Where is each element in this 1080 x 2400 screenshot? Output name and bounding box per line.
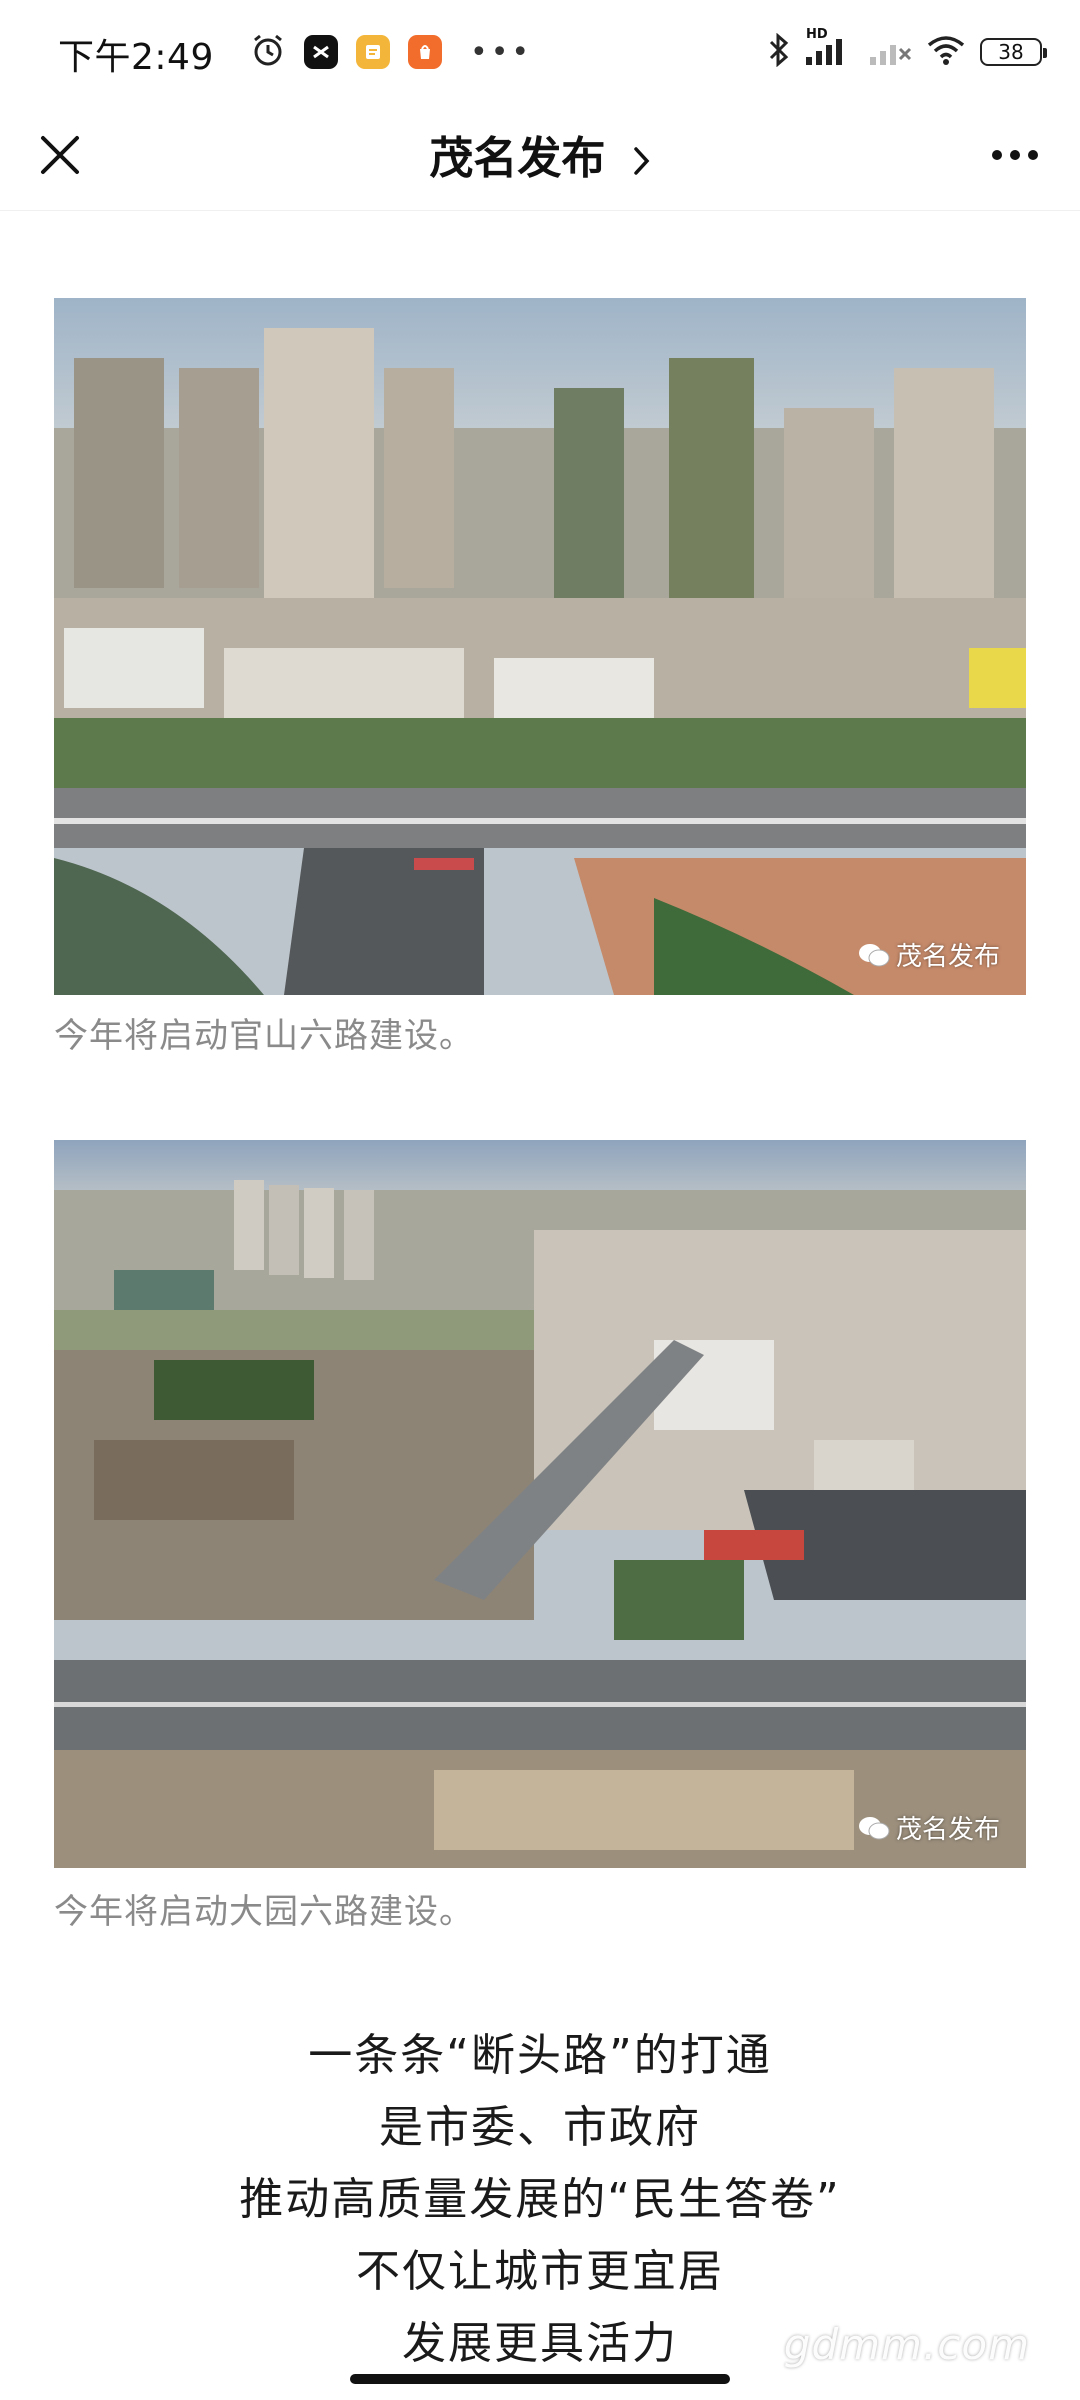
article-image-1[interactable]: 茂名发布: [54, 298, 1026, 995]
image-2-watermark: 茂名发布: [858, 1809, 1000, 1846]
page-title: 茂名发布: [429, 133, 606, 184]
chevron-right-icon: [633, 136, 651, 187]
article-image-2[interactable]: 茂名发布: [54, 1140, 1026, 1868]
battery-icon: 38: [980, 38, 1047, 66]
alarm-icon: [250, 32, 286, 72]
wechat-icon: [858, 1816, 890, 1839]
notes-app-icon: [356, 35, 390, 69]
image-1-caption: 今年将启动官山六路建设。: [54, 1016, 474, 1056]
capcut-app-icon: [304, 35, 338, 69]
nav-header: 茂名发布: [0, 100, 1080, 211]
account-title-link[interactable]: 茂名发布: [0, 122, 1080, 187]
photo-dayuan-road: [54, 1140, 1026, 1868]
mi-store-app-icon: [408, 35, 442, 69]
hd-label: HD: [806, 27, 828, 42]
body-line: 一条条“断头路”的打通: [308, 2030, 772, 2081]
status-time: 下午2:49: [58, 37, 214, 78]
signal-no-sim-icon: [868, 33, 912, 71]
battery-level: 38: [998, 40, 1024, 64]
wechat-icon: [858, 943, 890, 966]
home-indicator[interactable]: [350, 2374, 730, 2384]
notification-icons: •••: [250, 30, 532, 74]
status-bar: 下午2:49 ••• HD 38: [0, 0, 1080, 100]
image-2-caption: 今年将启动大园六路建设。: [54, 1892, 474, 1932]
photo-guanshan-road: [54, 298, 1026, 995]
hd-signal-icon: HD: [804, 27, 854, 71]
more-button[interactable]: [980, 125, 1050, 185]
bluetooth-icon: [768, 32, 790, 71]
body-line: 不仅让城市更宜居: [356, 2246, 724, 2297]
image-1-watermark-text: 茂名发布: [895, 942, 1000, 972]
image-1-watermark: 茂名发布: [858, 936, 1000, 973]
image-2-watermark-text: 茂名发布: [895, 1815, 1000, 1845]
more-icon: [992, 150, 1038, 160]
body-line: 推动高质量发展的“民生答卷”: [239, 2174, 841, 2225]
wifi-icon: [926, 33, 966, 71]
site-watermark: gdmm.com: [783, 2320, 1030, 2369]
body-line: 是市委、市政府: [379, 2102, 701, 2153]
more-dots-icon: •••: [470, 34, 533, 70]
system-icons: HD 38: [768, 27, 1047, 74]
